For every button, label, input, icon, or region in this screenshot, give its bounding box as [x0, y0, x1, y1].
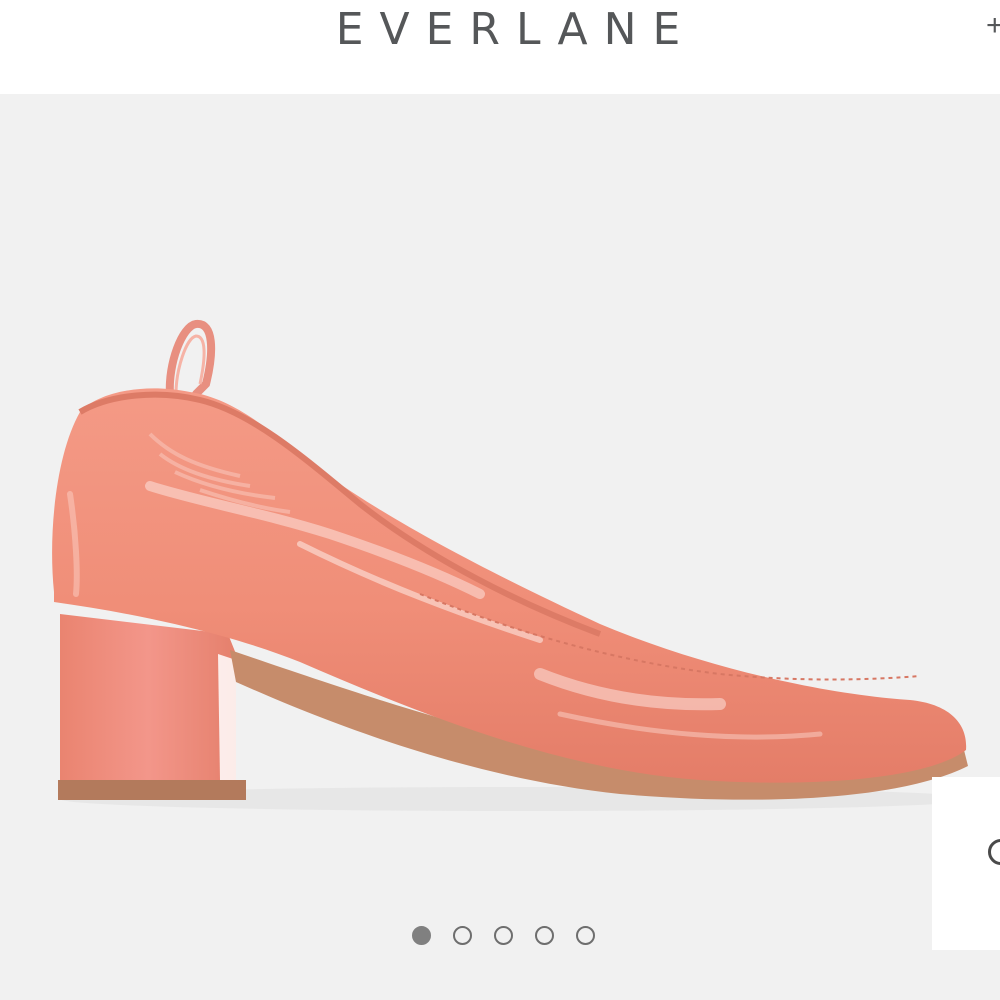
gallery-dot-2[interactable]	[453, 926, 472, 945]
site-header: EVERLANE +	[0, 0, 1000, 94]
product-gallery[interactable]	[0, 94, 1000, 1000]
gallery-dot-3[interactable]	[494, 926, 513, 945]
gallery-dot-5[interactable]	[576, 926, 595, 945]
brand-logo[interactable]: EVERLANE	[0, 4, 1000, 55]
gallery-pagination	[412, 926, 595, 950]
product-image	[52, 320, 980, 811]
chat-widget[interactable]	[932, 777, 1000, 950]
gallery-dot-4[interactable]	[535, 926, 554, 945]
chat-icon	[988, 839, 1000, 865]
gallery-dot-1[interactable]	[412, 926, 431, 945]
plus-icon[interactable]: +	[986, 6, 1000, 46]
